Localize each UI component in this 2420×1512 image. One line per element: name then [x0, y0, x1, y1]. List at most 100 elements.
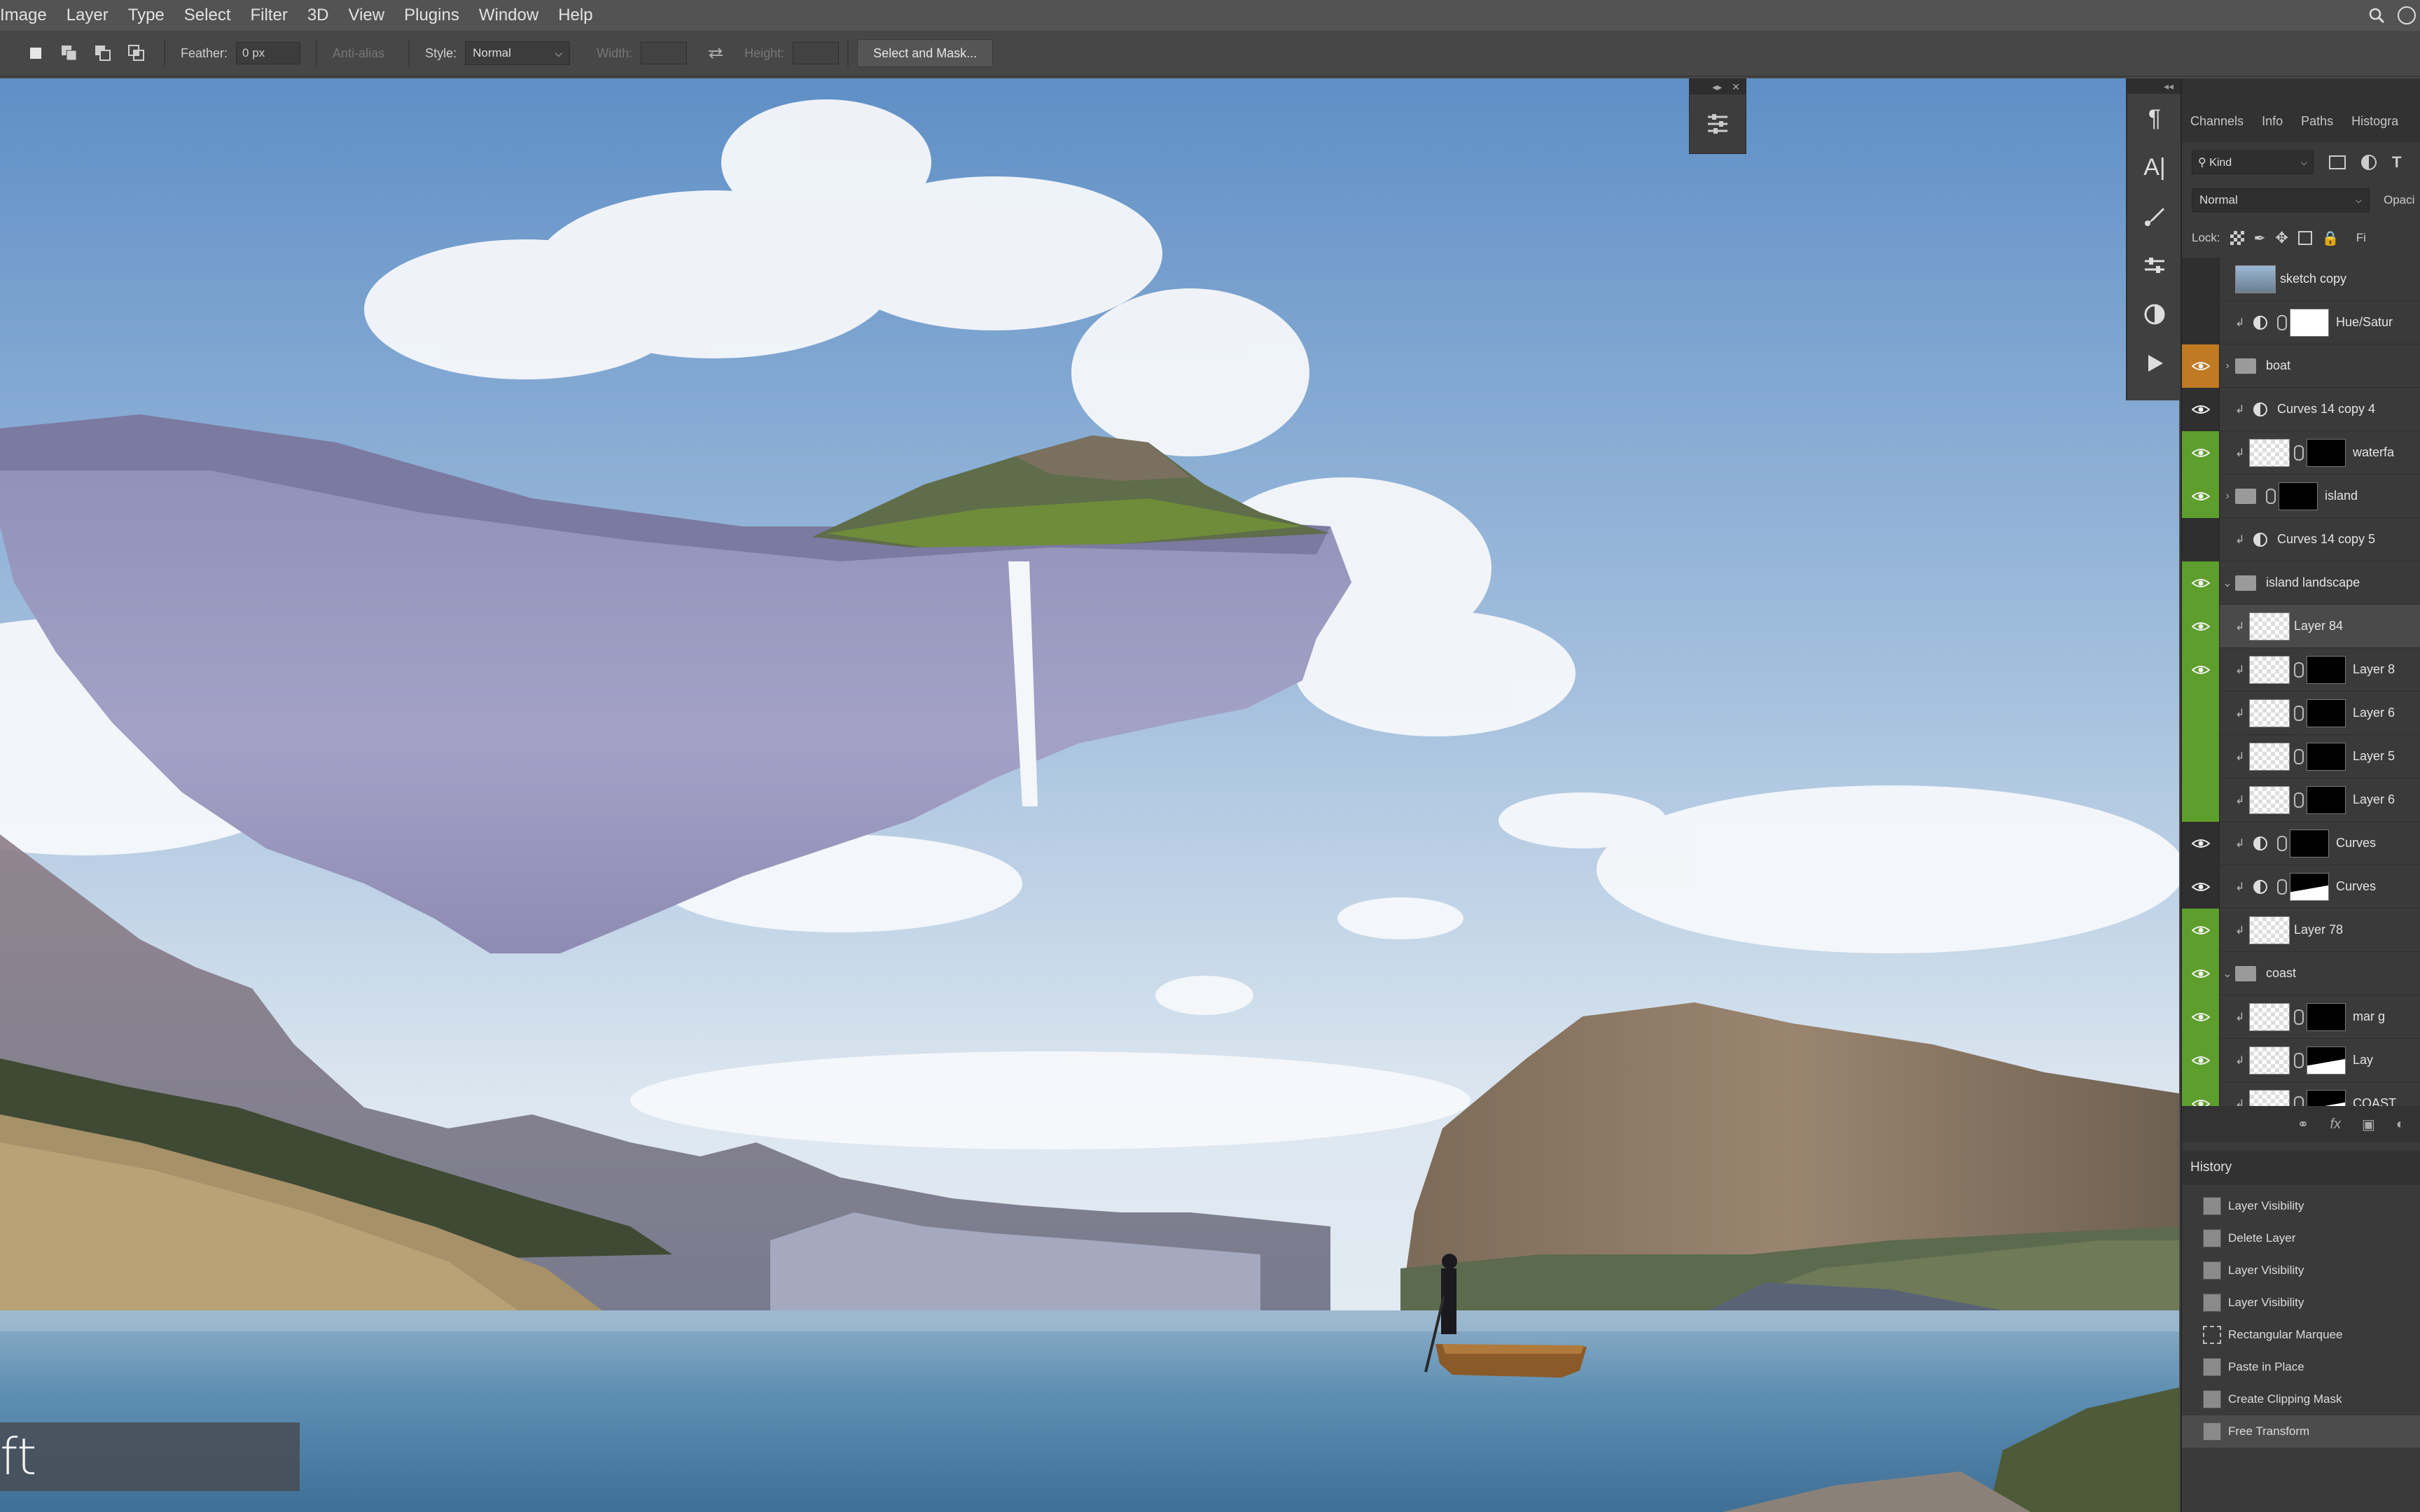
layer-row[interactable]: ↲ Layer 5 — [2182, 734, 2420, 778]
adjustments-icon[interactable] — [2127, 241, 2182, 290]
layer-thumbnail[interactable] — [2249, 1046, 2290, 1074]
tab-histogram[interactable]: Histogra — [2351, 114, 2398, 129]
play-icon[interactable] — [2127, 339, 2182, 388]
visibility-toggle[interactable] — [2182, 734, 2220, 778]
add-mask-icon[interactable]: ▣ — [2362, 1116, 2375, 1133]
menu-window[interactable]: Window — [469, 0, 548, 31]
layer-row[interactable]: ↲ Layer 6 — [2182, 691, 2420, 735]
lock-paint-icon[interactable]: ✒ — [2254, 230, 2266, 247]
layer-name[interactable]: waterfa — [2353, 445, 2394, 460]
layer-thumbnail[interactable] — [2249, 742, 2290, 771]
anti-alias-checkbox[interactable]: Anti-alias — [333, 46, 384, 61]
layer-name[interactable]: Curves — [2336, 879, 2376, 894]
history-state[interactable]: Layer Visibility — [2182, 1254, 2420, 1287]
layer-name[interactable]: Layer 78 — [2294, 923, 2343, 937]
layer-mask-thumbnail[interactable] — [2290, 308, 2329, 337]
paragraph-icon[interactable]: ¶ — [2127, 94, 2182, 143]
link-icon[interactable] — [2277, 314, 2287, 330]
expand-toggle[interactable]: ⌄ — [2220, 967, 2235, 981]
visibility-toggle[interactable] — [2182, 257, 2220, 301]
visibility-toggle[interactable] — [2182, 864, 2220, 909]
layer-row[interactable]: ↲ Curves 14 copy 5 — [2182, 517, 2420, 561]
filter-type-icon[interactable]: T — [2392, 153, 2401, 172]
layer-mask-thumbnail[interactable] — [2307, 1002, 2346, 1031]
layer-name[interactable]: Layer 6 — [2353, 706, 2395, 720]
link-icon[interactable]: ⚭ — [2297, 1116, 2309, 1133]
expand-toggle[interactable]: › — [2220, 360, 2235, 372]
layer-thumbnail[interactable] — [2235, 265, 2276, 293]
link-icon[interactable] — [2294, 1009, 2304, 1025]
search-icon[interactable] — [2363, 1, 2391, 29]
link-icon[interactable] — [2277, 835, 2287, 851]
history-state[interactable]: Paste in Place — [2182, 1351, 2420, 1383]
properties-icon[interactable] — [1690, 94, 1746, 153]
link-icon[interactable] — [2294, 662, 2304, 678]
history-state[interactable]: Layer Visibility — [2182, 1190, 2420, 1222]
layer-mask-thumbnail[interactable] — [2307, 1046, 2346, 1074]
layer-mask-thumbnail[interactable] — [2307, 438, 2346, 467]
history-state[interactable]: Rectangular Marquee — [2182, 1319, 2420, 1351]
visibility-toggle[interactable] — [2182, 821, 2220, 865]
layer-row[interactable]: › island — [2182, 474, 2420, 518]
layer-name[interactable]: island landscape — [2266, 575, 2360, 590]
layer-thumbnail[interactable] — [2249, 612, 2290, 640]
layer-row[interactable]: › boat — [2182, 344, 2420, 388]
layer-name[interactable]: Layer 84 — [2294, 619, 2343, 634]
visibility-toggle[interactable] — [2182, 995, 2220, 1039]
properties-mini-panel[interactable]: ◂▸ ✕ — [1689, 78, 1746, 154]
new-selection-icon[interactable] — [24, 41, 48, 65]
layer-thumbnail[interactable] — [2249, 438, 2290, 467]
link-icon[interactable] — [2294, 748, 2304, 764]
layer-name[interactable]: Layer 5 — [2353, 749, 2395, 764]
lock-all-icon[interactable]: 🔒 — [2322, 230, 2339, 247]
layer-row[interactable]: ↲ Curves — [2182, 864, 2420, 909]
layer-thumbnail[interactable] — [2249, 699, 2290, 727]
layer-mask-thumbnail[interactable] — [2307, 699, 2346, 727]
visibility-toggle[interactable] — [2182, 561, 2220, 605]
layer-row[interactable]: ↲ Lay — [2182, 1038, 2420, 1082]
layer-thumbnail[interactable] — [2249, 785, 2290, 814]
brush-icon[interactable] — [2127, 192, 2182, 241]
layer-name[interactable]: boat — [2266, 358, 2290, 373]
layer-thumbnail[interactable] — [2249, 916, 2290, 944]
visibility-toggle[interactable] — [2182, 300, 2220, 344]
layer-row[interactable]: ↲ Layer 84 — [2182, 604, 2420, 648]
visibility-toggle[interactable] — [2182, 387, 2220, 431]
menu-view[interactable]: View — [339, 0, 395, 31]
expand-toggle[interactable]: ⌄ — [2220, 576, 2235, 590]
layer-row[interactable]: ↲ mar g — [2182, 995, 2420, 1039]
layer-row[interactable]: ⌄ island landscape — [2182, 561, 2420, 605]
visibility-toggle[interactable] — [2182, 951, 2220, 995]
layer-name[interactable]: sketch copy — [2280, 272, 2346, 286]
history-state[interactable]: Free Transform — [2182, 1415, 2420, 1448]
close-icon[interactable]: ✕ — [1732, 81, 1740, 93]
menu-select[interactable]: Select — [174, 0, 241, 31]
layer-row[interactable]: ↲ Layer 78 — [2182, 908, 2420, 952]
expand-toggle[interactable]: › — [2220, 490, 2235, 503]
layer-row[interactable]: ↲ Layer 6 — [2182, 778, 2420, 822]
fx-icon[interactable]: fx — [2330, 1116, 2341, 1133]
intersect-selection-icon[interactable] — [125, 41, 148, 65]
layer-row[interactable]: ↲ waterfa — [2182, 430, 2420, 475]
user-icon[interactable] — [2398, 6, 2416, 24]
layer-mask-thumbnail[interactable] — [2290, 872, 2329, 901]
filter-kind-select[interactable]: ⚲ Kind ⌵ — [2192, 150, 2314, 174]
layer-row[interactable]: ⌄ coast — [2182, 951, 2420, 995]
visibility-toggle[interactable] — [2182, 517, 2220, 561]
tab-history[interactable]: History — [2182, 1151, 2420, 1184]
visibility-toggle[interactable] — [2182, 604, 2220, 648]
width-input[interactable] — [641, 42, 688, 64]
collapse-icon[interactable]: ◂▸ — [1712, 81, 1722, 93]
layer-row[interactable]: ↲ Curves — [2182, 821, 2420, 865]
history-state[interactable]: Delete Layer — [2182, 1222, 2420, 1254]
height-input[interactable] — [793, 42, 840, 64]
layer-name[interactable]: Hue/Satur — [2336, 315, 2393, 330]
layer-name[interactable]: Lay — [2353, 1053, 2373, 1068]
filter-adjustment-icon[interactable] — [2361, 155, 2377, 170]
visibility-toggle[interactable] — [2182, 1038, 2220, 1082]
menu-image[interactable]: Image — [0, 0, 57, 31]
add-selection-icon[interactable] — [57, 41, 81, 65]
blend-mode-select[interactable]: Normal ⌵ — [2192, 188, 2370, 212]
layer-name[interactable]: coast — [2266, 966, 2296, 981]
menu-layer[interactable]: Layer — [57, 0, 118, 31]
